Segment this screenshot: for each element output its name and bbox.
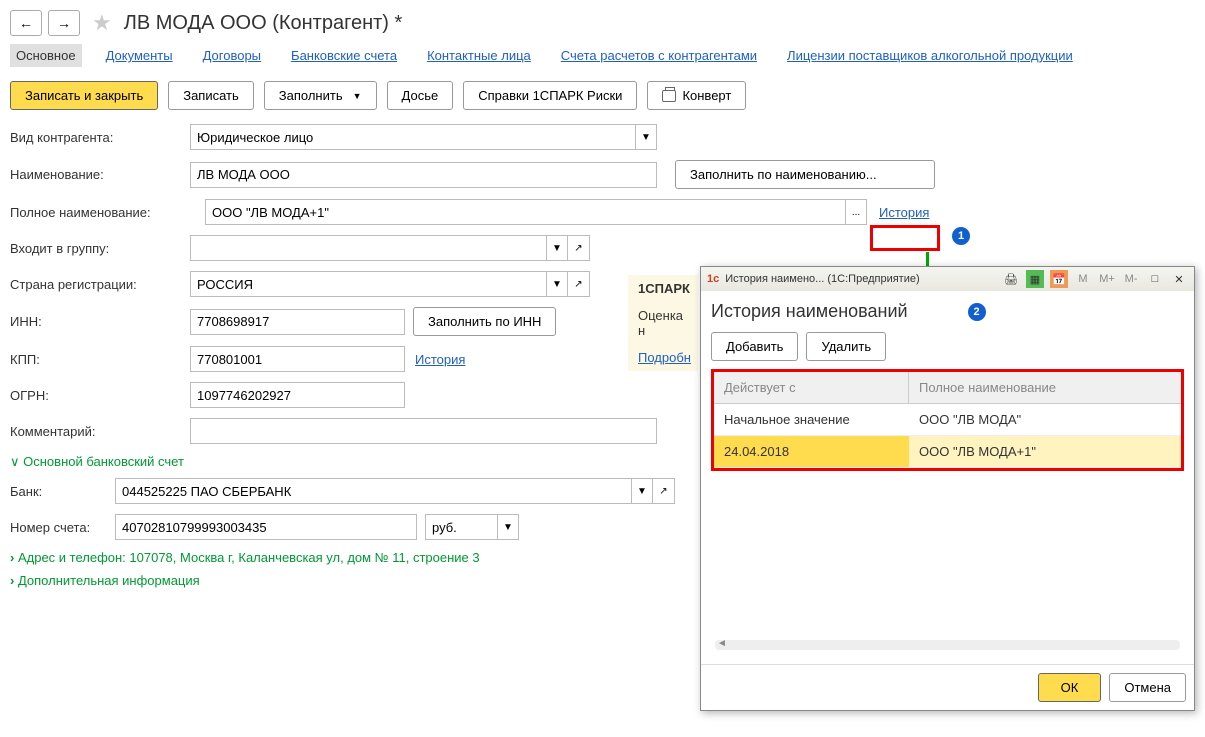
tab-contracts[interactable]: Договоры [197,44,267,67]
save-and-close-button[interactable]: Записать и закрыть [10,81,158,110]
spark-title: 1СПАРК [638,281,688,296]
group-dropdown-button[interactable]: ▼ [546,235,568,261]
m-button[interactable]: M [1074,270,1092,288]
full-name-lookup-button[interactable]: ... [845,199,867,225]
ogrn-label: ОГРН: [10,388,190,403]
kpp-label: КПП: [10,352,190,367]
name-label: Наименование: [10,167,190,182]
cancel-button[interactable]: Отмена [1109,673,1186,702]
history-link[interactable]: История [879,205,929,220]
type-dropdown-button[interactable]: ▼ [635,124,657,150]
bank-label: Банк: [10,484,115,499]
table-row[interactable]: Начальное значение ООО "ЛВ МОДА" [714,404,1181,436]
ogrn-input[interactable] [190,382,405,408]
horizontal-scrollbar[interactable] [715,640,1180,650]
convert-button[interactable]: Конверт [647,81,746,110]
dialog-heading: История наименований [711,301,908,322]
currency-input[interactable] [425,514,497,540]
full-name-input[interactable] [205,199,845,225]
name-input[interactable] [190,162,657,188]
type-input[interactable] [190,124,635,150]
country-label: Страна регистрации: [10,277,190,292]
spark-panel: 1СПАРК Оценка н Подробн [628,275,698,371]
tab-main[interactable]: Основное [10,44,82,67]
fill-button[interactable]: Заполнить▼ [264,81,377,110]
history-table: Действует с Полное наименование Начально… [711,369,1184,471]
col-valid-from[interactable]: Действует с [714,372,909,403]
type-label: Вид контрагента: [10,130,190,145]
dossier-button[interactable]: Досье [387,81,454,110]
page-title: ЛВ МОДА ООО (Контрагент) * [124,12,403,35]
callout-highlight-1 [870,225,940,251]
kpp-history-link[interactable]: История [415,352,465,367]
tab-licenses[interactable]: Лицензии поставщиков алкогольной продукц… [781,44,1079,67]
full-name-label: Полное наименование: [10,205,205,220]
tab-documents[interactable]: Документы [100,44,179,67]
table-row[interactable]: 24.04.2018 ООО "ЛВ МОДА+1" [714,436,1181,468]
bank-dropdown-button[interactable]: ▼ [631,478,653,504]
favorite-star-icon[interactable]: ★ [92,10,112,36]
country-open-button[interactable]: ↗ [568,271,590,297]
tab-settlement-accounts[interactable]: Счета расчетов с контрагентами [555,44,763,67]
nav-forward-button[interactable]: → [48,10,80,36]
spark-more-link[interactable]: Подробн [638,350,688,365]
spark-rating: Оценка н [638,308,688,338]
col-full-name[interactable]: Полное наименование [909,372,1066,403]
chevron-down-icon: ▼ [353,91,362,101]
callout-badge-2: 2 [968,303,986,321]
close-icon[interactable]: ✕ [1170,270,1188,288]
app-logo-icon: 1c [707,273,719,285]
bank-input[interactable] [115,478,631,504]
comment-input[interactable] [190,418,657,444]
account-input[interactable] [115,514,417,540]
dialog-title: История наимено... (1С:Предприятие) [725,273,919,285]
comment-label: Комментарий: [10,424,190,439]
currency-dropdown-button[interactable]: ▼ [497,514,519,540]
print-icon [662,90,676,102]
spark-button[interactable]: Справки 1СПАРК Риски [463,81,637,110]
tab-bar: Основное Документы Договоры Банковские с… [10,44,1195,67]
tab-bank-accounts[interactable]: Банковские счета [285,44,403,67]
fill-by-inn-button[interactable]: Заполнить по ИНН [413,307,556,336]
group-input[interactable] [190,235,546,261]
calendar-icon[interactable]: 📅 [1050,270,1068,288]
delete-button[interactable]: Удалить [806,332,886,361]
bank-open-button[interactable]: ↗ [653,478,675,504]
maximize-icon[interactable]: □ [1146,270,1164,288]
tab-contacts[interactable]: Контактные лица [421,44,537,67]
calc-icon[interactable]: ▦ [1026,270,1044,288]
callout-badge-1: 1 [952,227,970,245]
account-label: Номер счета: [10,520,115,535]
nav-back-button[interactable]: ← [10,10,42,36]
add-button[interactable]: Добавить [711,332,798,361]
fill-by-name-button[interactable]: Заполнить по наименованию... [675,160,935,189]
inn-label: ИНН: [10,314,190,329]
group-open-button[interactable]: ↗ [568,235,590,261]
kpp-input[interactable] [190,346,405,372]
save-button[interactable]: Записать [168,81,254,110]
group-label: Входит в группу: [10,241,190,256]
inn-input[interactable] [190,309,405,335]
country-dropdown-button[interactable]: ▼ [546,271,568,297]
dialog-titlebar[interactable]: 1c История наимено... (1С:Предприятие) 🖨… [701,267,1194,291]
history-dialog: 1c История наимено... (1С:Предприятие) 🖨… [700,266,1195,711]
m-minus-button[interactable]: M- [1122,270,1140,288]
print-icon[interactable]: 🖨 [1002,270,1020,288]
country-input[interactable] [190,271,546,297]
m-plus-button[interactable]: M+ [1098,270,1116,288]
ok-button[interactable]: ОК [1038,673,1102,702]
